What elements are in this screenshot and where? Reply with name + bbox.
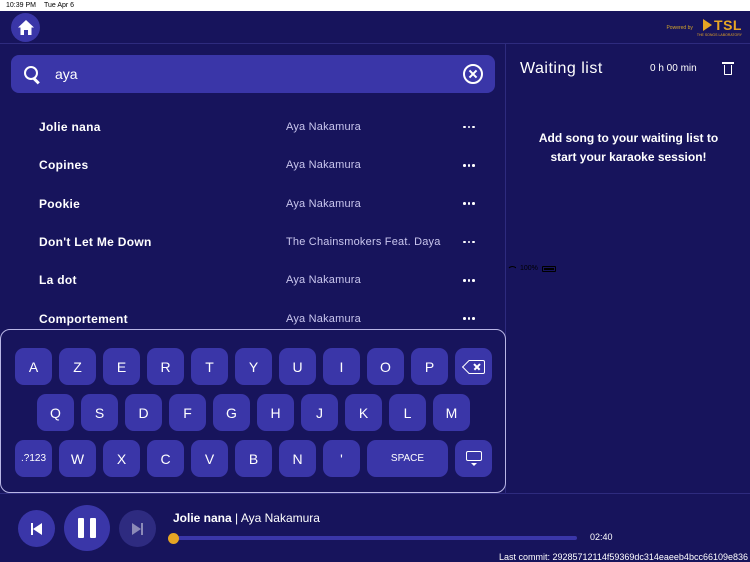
status-time: 10:39 PM	[6, 2, 36, 9]
song-title: Comportement	[39, 311, 128, 326]
now-playing-artist: Aya Nakamura	[240, 511, 320, 525]
now-playing: Jolie nana | Aya Nakamura	[173, 511, 320, 525]
search-bar[interactable]: aya	[11, 55, 495, 93]
key-l[interactable]: L	[389, 394, 426, 431]
waiting-list-duration: 0 h 00 min	[650, 63, 697, 74]
key-u[interactable]: U	[279, 348, 316, 385]
search-input[interactable]: aya	[55, 66, 463, 82]
player-bar: Jolie nana | Aya Nakamura 02:40 Last com…	[0, 493, 750, 562]
logo-text: TSL	[714, 17, 742, 33]
more-options-icon[interactable]	[463, 277, 477, 283]
key-z[interactable]: Z	[59, 348, 96, 385]
key-c[interactable]: C	[147, 440, 184, 477]
logo-powered: Powered by	[666, 25, 693, 31]
key-n[interactable]: N	[279, 440, 316, 477]
home-icon	[17, 20, 34, 35]
song-title: La dot	[39, 273, 77, 288]
logo-subtitle: THE SONGS LABORATORY	[696, 33, 742, 37]
trash-icon[interactable]	[722, 61, 734, 75]
keyboard-hide-icon	[465, 451, 482, 466]
clear-search-icon[interactable]	[463, 64, 483, 84]
play-triangle-icon	[703, 19, 713, 31]
key-k[interactable]: K	[345, 394, 382, 431]
song-artist: Aya Nakamura	[286, 274, 361, 287]
now-playing-separator: |	[231, 511, 241, 525]
key-i[interactable]: I	[323, 348, 360, 385]
previous-button[interactable]	[18, 510, 55, 547]
progress-bar[interactable]	[167, 532, 577, 544]
song-title: Pookie	[39, 196, 81, 211]
status-bar: 10:39 PM Tue Apr 6 100%	[0, 0, 750, 272]
song-artist: Aya Nakamura	[286, 197, 361, 210]
song-artist: Aya Nakamura	[286, 312, 361, 325]
song-row[interactable]: La dot Aya Nakamura	[0, 261, 506, 299]
track-duration: 02:40	[590, 532, 613, 542]
song-list: Jolie nana Aya Nakamura Copines Aya Naka…	[0, 108, 506, 338]
key-v[interactable]: V	[191, 440, 228, 477]
last-commit: Last commit: 29285712114f59369dc314eaeeb…	[498, 552, 748, 562]
key-x[interactable]: X	[103, 440, 140, 477]
home-button[interactable]	[11, 13, 40, 42]
song-artist: The Chainsmokers Feat. Daya	[286, 236, 441, 249]
more-options-icon[interactable]	[463, 162, 477, 168]
waiting-list-title: Waiting list	[520, 60, 603, 77]
empty-message-line1: Add song to your waiting list to	[538, 131, 719, 145]
song-title: Copines	[39, 158, 89, 173]
song-row[interactable]: Don't Let Me Down The Chainsmokers Feat.…	[0, 223, 506, 261]
song-title: Jolie nana	[39, 120, 101, 135]
key-o[interactable]: O	[367, 348, 404, 385]
key-apostrophe[interactable]: '	[323, 440, 360, 477]
key-q[interactable]: Q	[37, 394, 74, 431]
search-icon	[23, 65, 41, 83]
skip-previous-icon	[30, 522, 43, 535]
more-options-icon[interactable]	[463, 201, 477, 207]
tsl-logo: Powered by TSL THE SONGS LABORATORY	[666, 17, 742, 37]
song-artist: Aya Nakamura	[286, 121, 361, 134]
key-b[interactable]: B	[235, 440, 272, 477]
key-d[interactable]: D	[125, 394, 162, 431]
key-p[interactable]: P	[411, 348, 448, 385]
empty-message-line2: start your karaoke session!	[550, 150, 707, 164]
skip-next-icon	[131, 522, 144, 535]
song-row[interactable]: Pookie Aya Nakamura	[0, 185, 506, 223]
now-playing-title: Jolie nana	[173, 511, 232, 525]
key-t[interactable]: T	[191, 348, 228, 385]
logo-brand: TSL THE SONGS LABORATORY	[697, 17, 742, 37]
waiting-list-panel: Waiting list 0 h 00 min Add song to your…	[507, 44, 750, 493]
key-s[interactable]: S	[81, 394, 118, 431]
key-r[interactable]: R	[147, 348, 184, 385]
key-numbers[interactable]: .?123	[15, 440, 52, 477]
backspace-key[interactable]	[455, 348, 492, 385]
status-date: Tue Apr 6	[43, 2, 75, 9]
more-options-icon[interactable]	[463, 124, 477, 130]
key-w[interactable]: W	[59, 440, 96, 477]
key-g[interactable]: G	[213, 394, 250, 431]
progress-knob[interactable]	[167, 532, 179, 544]
app-header: Powered by TSL THE SONGS LABORATORY	[0, 11, 750, 44]
song-artist: Aya Nakamura	[286, 159, 361, 172]
next-button[interactable]	[119, 510, 156, 547]
more-options-icon[interactable]	[463, 316, 477, 322]
pause-icon	[78, 518, 96, 538]
space-key[interactable]: SPACE	[367, 440, 448, 477]
key-h[interactable]: H	[257, 394, 294, 431]
key-y[interactable]: Y	[235, 348, 272, 385]
pause-button[interactable]	[64, 505, 110, 551]
key-j[interactable]: J	[301, 394, 338, 431]
hide-keyboard-key[interactable]	[455, 440, 492, 477]
key-a[interactable]: A	[15, 348, 52, 385]
key-m[interactable]: M	[433, 394, 470, 431]
on-screen-keyboard: A Z E R T Y U I O P Q S D F G H J K L M …	[0, 329, 506, 493]
key-f[interactable]: F	[169, 394, 206, 431]
song-row[interactable]: Copines Aya Nakamura	[0, 146, 506, 184]
song-title: Don't Let Me Down	[39, 235, 152, 250]
song-row[interactable]: Jolie nana Aya Nakamura	[0, 108, 506, 146]
key-e[interactable]: E	[103, 348, 140, 385]
backspace-icon	[461, 359, 485, 374]
waiting-list-empty-message: Add song to your waiting list to start y…	[507, 129, 750, 167]
more-options-icon[interactable]	[463, 239, 477, 245]
